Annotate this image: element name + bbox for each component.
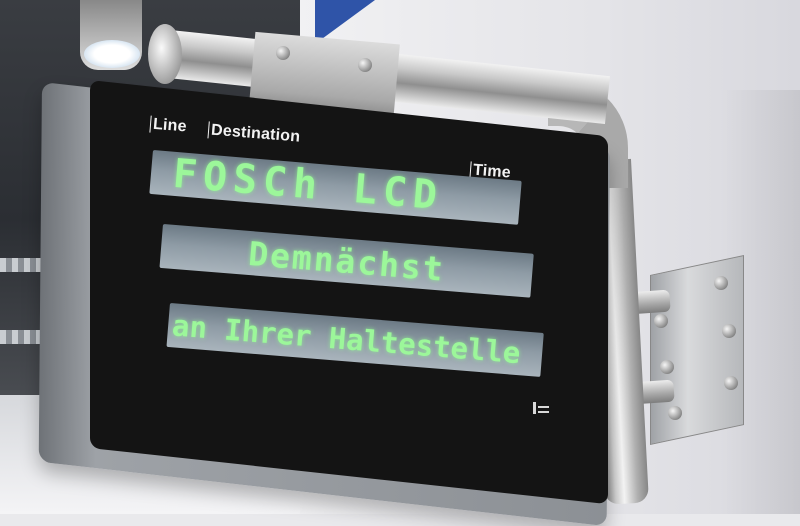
screw-icon bbox=[660, 360, 674, 374]
header-line-label: Line bbox=[149, 115, 188, 136]
screw-icon bbox=[668, 406, 682, 420]
lamp-glow bbox=[84, 40, 140, 68]
pipe-end-cap bbox=[148, 24, 182, 84]
screw-icon bbox=[654, 314, 668, 328]
screw-icon bbox=[358, 58, 372, 72]
screw-icon bbox=[276, 46, 290, 60]
screw-icon bbox=[714, 276, 728, 290]
screw-icon bbox=[724, 376, 738, 390]
wall-mount-plate bbox=[650, 255, 744, 445]
screw-icon bbox=[722, 324, 736, 338]
brand-logo-icon bbox=[533, 402, 549, 416]
